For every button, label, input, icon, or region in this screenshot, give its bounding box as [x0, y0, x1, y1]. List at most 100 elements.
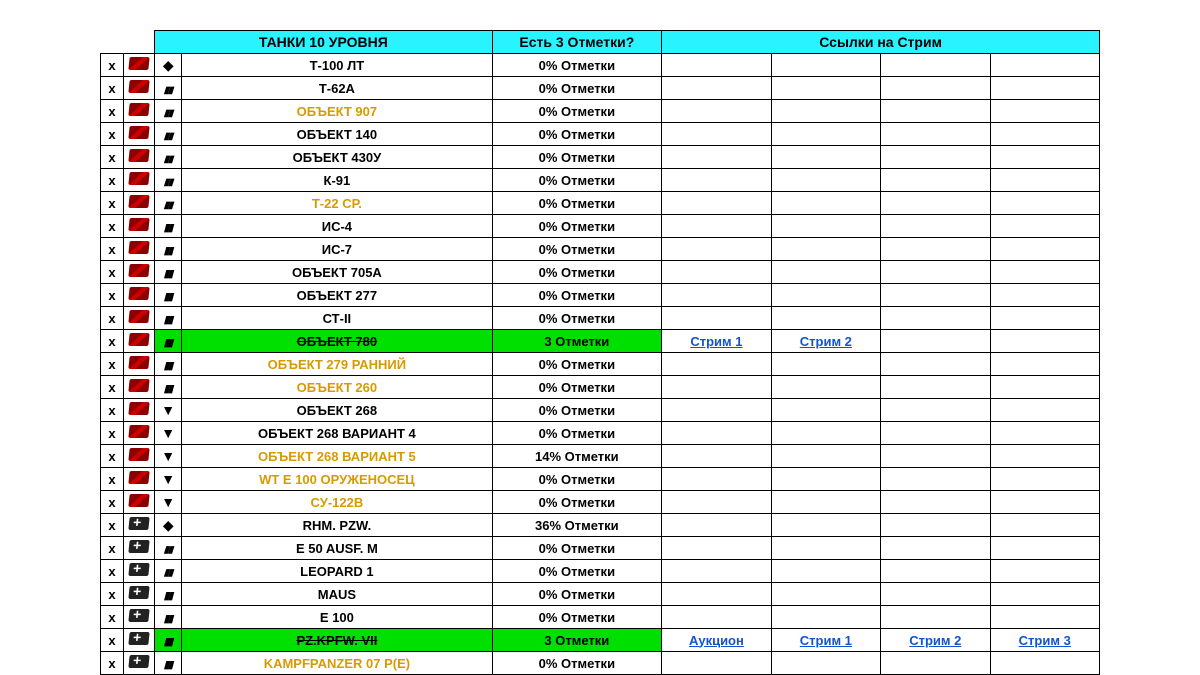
table-row: x▮▮СТ-II0% Отметки: [101, 307, 1100, 330]
stream-link[interactable]: Стрим 2: [909, 633, 961, 648]
stream-link-cell: [881, 100, 990, 123]
tank-name: E 100: [182, 606, 492, 629]
stream-link-cell: [990, 238, 1100, 261]
class-mt-icon: ▮▮: [155, 100, 182, 123]
row-x: x: [101, 606, 124, 629]
table-row: x▮▮ОБЪЕКТ 7803 ОтметкиСтрим 1Стрим 2: [101, 330, 1100, 353]
marks-status: 14% Отметки: [492, 445, 662, 468]
flag-ussr-icon: [124, 422, 155, 445]
marks-status: 0% Отметки: [492, 652, 662, 675]
stream-link-cell: [881, 353, 990, 376]
stream-link-cell: [662, 192, 771, 215]
table-row: x▮▮ОБЪЕКТ 430У0% Отметки: [101, 146, 1100, 169]
class-mt-icon: ▮▮: [155, 146, 182, 169]
marks-status: 0% Отметки: [492, 560, 662, 583]
row-x: x: [101, 422, 124, 445]
stream-link-cell: Стрим 2: [881, 629, 990, 652]
tank-name: ОБЪЕКТ 140: [182, 123, 492, 146]
tank-name: Т-62А: [182, 77, 492, 100]
stream-link-cell: [771, 100, 880, 123]
class-mt-icon: ▮▮: [155, 537, 182, 560]
stream-link-cell: [881, 422, 990, 445]
row-x: x: [101, 146, 124, 169]
marks-status: 0% Отметки: [492, 146, 662, 169]
table-row: x▼ОБЪЕКТ 268 ВАРИАНТ 514% Отметки: [101, 445, 1100, 468]
row-x: x: [101, 353, 124, 376]
tank-name: Т-100 ЛТ: [182, 54, 492, 77]
tank-name: ОБЪЕКТ 277: [182, 284, 492, 307]
table-row: x▼ОБЪЕКТ 2680% Отметки: [101, 399, 1100, 422]
stream-link-cell: [990, 560, 1100, 583]
row-x: x: [101, 192, 124, 215]
stream-link-cell: [990, 353, 1100, 376]
tank-name: ОБЪЕКТ 260: [182, 376, 492, 399]
stream-link-cell: [771, 215, 880, 238]
header-marks: Есть 3 Отметки?: [492, 31, 662, 54]
flag-ussr-icon: [124, 77, 155, 100]
stream-link-cell: [771, 537, 880, 560]
stream-link-cell: [990, 284, 1100, 307]
row-x: x: [101, 514, 124, 537]
stream-link-cell: [990, 468, 1100, 491]
class-td-icon: ▼: [155, 445, 182, 468]
marks-status: 0% Отметки: [492, 100, 662, 123]
class-ht-icon: ▮▮: [155, 307, 182, 330]
marks-status: 0% Отметки: [492, 284, 662, 307]
stream-link-cell: [662, 445, 771, 468]
stream-link-cell: [662, 514, 771, 537]
table-row: x▮▮Т-22 СР.0% Отметки: [101, 192, 1100, 215]
stream-link-cell: [881, 54, 990, 77]
stream-link[interactable]: Аукцион: [689, 633, 744, 648]
row-x: x: [101, 330, 124, 353]
flag-ussr-icon: [124, 307, 155, 330]
table-row: x▮▮E 1000% Отметки: [101, 606, 1100, 629]
stream-link-cell: [881, 445, 990, 468]
stream-link-cell: [662, 54, 771, 77]
row-x: x: [101, 445, 124, 468]
stream-link-cell: [990, 100, 1100, 123]
stream-link-cell: [662, 77, 771, 100]
stream-link-cell: [771, 560, 880, 583]
class-lt-icon: ◆: [155, 54, 182, 77]
flag-germany-icon: [124, 560, 155, 583]
stream-link-cell: [662, 169, 771, 192]
stream-link[interactable]: Стрим 3: [1019, 633, 1071, 648]
stream-link-cell: [990, 146, 1100, 169]
stream-link[interactable]: Стрим 2: [800, 334, 852, 349]
table-row: x▮▮ОБЪЕКТ 1400% Отметки: [101, 123, 1100, 146]
stream-link-cell: [662, 652, 771, 675]
class-td-icon: ▼: [155, 491, 182, 514]
flag-ussr-icon: [124, 123, 155, 146]
row-x: x: [101, 54, 124, 77]
tank-name: PZ.KPFW. VII: [182, 629, 492, 652]
row-x: x: [101, 100, 124, 123]
stream-link-cell: [990, 330, 1100, 353]
table-row: x▮▮Т-62А0% Отметки: [101, 77, 1100, 100]
stream-link-cell: [990, 169, 1100, 192]
flag-germany-icon: [124, 629, 155, 652]
row-x: x: [101, 261, 124, 284]
marks-status: 0% Отметки: [492, 54, 662, 77]
stream-link-cell: [881, 192, 990, 215]
stream-link-cell: [771, 422, 880, 445]
class-ht-icon: ▮▮: [155, 606, 182, 629]
stream-link-cell: [771, 445, 880, 468]
stream-link-cell: [771, 169, 880, 192]
stream-link[interactable]: Стрим 1: [690, 334, 742, 349]
stream-link-cell: [771, 146, 880, 169]
stream-link-cell: [881, 468, 990, 491]
flag-ussr-icon: [124, 468, 155, 491]
stream-link-cell: [990, 261, 1100, 284]
stream-link[interactable]: Стрим 1: [800, 633, 852, 648]
stream-link-cell: [881, 330, 990, 353]
marks-status: 0% Отметки: [492, 192, 662, 215]
tank-name: E 50 AUSF. M: [182, 537, 492, 560]
flag-ussr-icon: [124, 238, 155, 261]
tank-name: WT E 100 ОРУЖЕНОСЕЦ: [182, 468, 492, 491]
flag-ussr-icon: [124, 54, 155, 77]
stream-link-cell: [990, 307, 1100, 330]
class-ht-icon: ▮▮: [155, 376, 182, 399]
table-row: x▮▮LEOPARD 10% Отметки: [101, 560, 1100, 583]
flag-ussr-icon: [124, 169, 155, 192]
stream-link-cell: [662, 376, 771, 399]
